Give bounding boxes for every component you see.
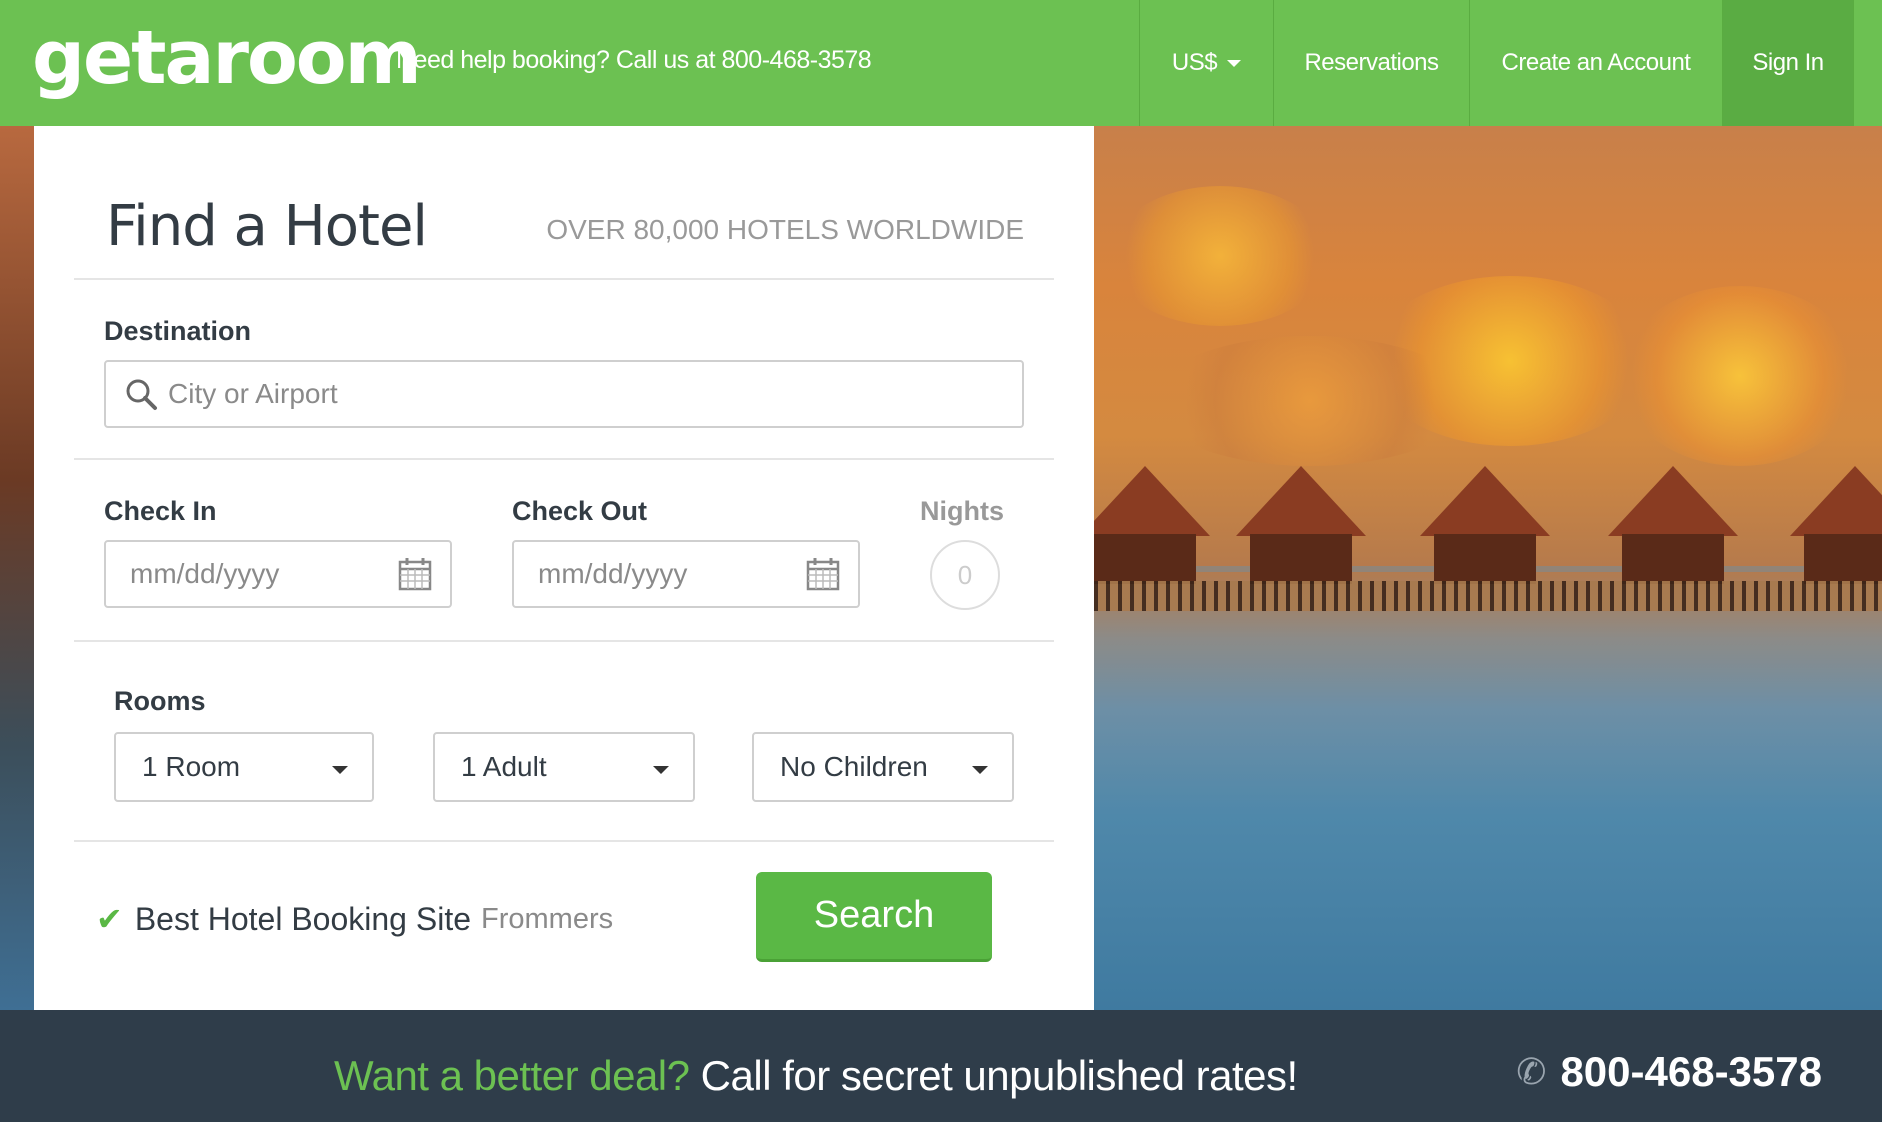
nights-label: Nights (920, 496, 1004, 526)
cloud (1150, 336, 1470, 466)
promo-highlight: Want a better deal? (334, 1052, 690, 1099)
check-in-field[interactable] (104, 540, 452, 608)
check-in-input[interactable] (130, 558, 398, 590)
divider (74, 840, 1054, 842)
nights-count: 0 (930, 540, 1000, 610)
water-bungalow (1080, 466, 1210, 586)
currency-label: US$ (1171, 49, 1218, 76)
currency-selector[interactable]: US$ (1139, 0, 1273, 126)
search-button[interactable]: Search (756, 872, 992, 962)
help-text: Need help booking? Call us at 800-468-35… (396, 46, 872, 74)
calendar-icon[interactable] (806, 557, 840, 591)
sign-in-link[interactable]: Sign In (1722, 0, 1853, 126)
chevron-down-icon (972, 766, 988, 774)
destination-input[interactable] (168, 378, 1022, 410)
cloud (1110, 186, 1330, 326)
chevron-down-icon (1227, 59, 1242, 67)
destination-label: Destination (104, 316, 252, 346)
water-bungalow (1420, 466, 1550, 586)
award-source: Frommers (481, 902, 614, 935)
divider (74, 640, 1054, 642)
reservations-link[interactable]: Reservations (1273, 0, 1469, 126)
calendar-icon[interactable] (398, 557, 432, 591)
destination-field[interactable] (104, 360, 1024, 428)
divider (74, 278, 1054, 280)
water-bungalow (1608, 466, 1738, 586)
logo[interactable]: getaroom (32, 18, 422, 98)
adults-select-value: 1 Adult (461, 751, 547, 782)
divider (74, 458, 1054, 460)
cloud (1620, 286, 1860, 466)
search-icon (126, 379, 157, 410)
check-out-label: Check Out (512, 496, 648, 526)
rooms-label: Rooms (114, 686, 206, 716)
water-bungalow (1236, 466, 1366, 586)
nav-spacer (1853, 0, 1882, 126)
promo-bar: Want a better deal? Call for secret unpu… (0, 1010, 1882, 1122)
form-title: Find a Hotel (106, 194, 428, 259)
phone-number[interactable]: ✆ 800-468-3578 (1516, 1048, 1822, 1096)
adults-select[interactable]: 1 Adult (433, 732, 695, 802)
nav-menu: US$ Reservations Create an Account Sign … (1139, 0, 1882, 126)
chevron-down-icon (332, 766, 348, 774)
promo-text: Want a better deal? Call for secret unpu… (334, 1052, 1298, 1100)
award-text: Best Hotel Booking Site (134, 900, 471, 937)
water-bungalow (1790, 466, 1882, 586)
create-account-link[interactable]: Create an Account (1469, 0, 1722, 126)
check-out-input[interactable] (538, 558, 806, 590)
chevron-down-icon (653, 766, 669, 774)
rooms-select[interactable]: 1 Room (114, 732, 374, 802)
form-tagline: OVER 80,000 HOTELS WORLDWIDE (546, 214, 1024, 245)
check-out-field[interactable] (512, 540, 860, 608)
promo-message: Call for secret unpublished rates! (700, 1052, 1298, 1099)
phone-icon: ✆ (1516, 1051, 1547, 1093)
phone-number-text: 800-468-3578 (1560, 1048, 1822, 1095)
pier (1094, 581, 1882, 611)
hotel-search-form: Find a Hotel OVER 80,000 HOTELS WORLDWID… (34, 126, 1094, 1010)
top-nav-bar: getaroom Need help booking? Call us at 8… (0, 0, 1882, 126)
rooms-select-value: 1 Room (142, 751, 241, 782)
award-badge: ✔ Best Hotel Booking Site Frommers (96, 900, 613, 938)
children-select[interactable]: No Children (752, 732, 1014, 802)
children-select-value: No Children (780, 751, 928, 782)
check-in-label: Check In (104, 496, 217, 526)
check-icon: ✔ (96, 900, 123, 938)
